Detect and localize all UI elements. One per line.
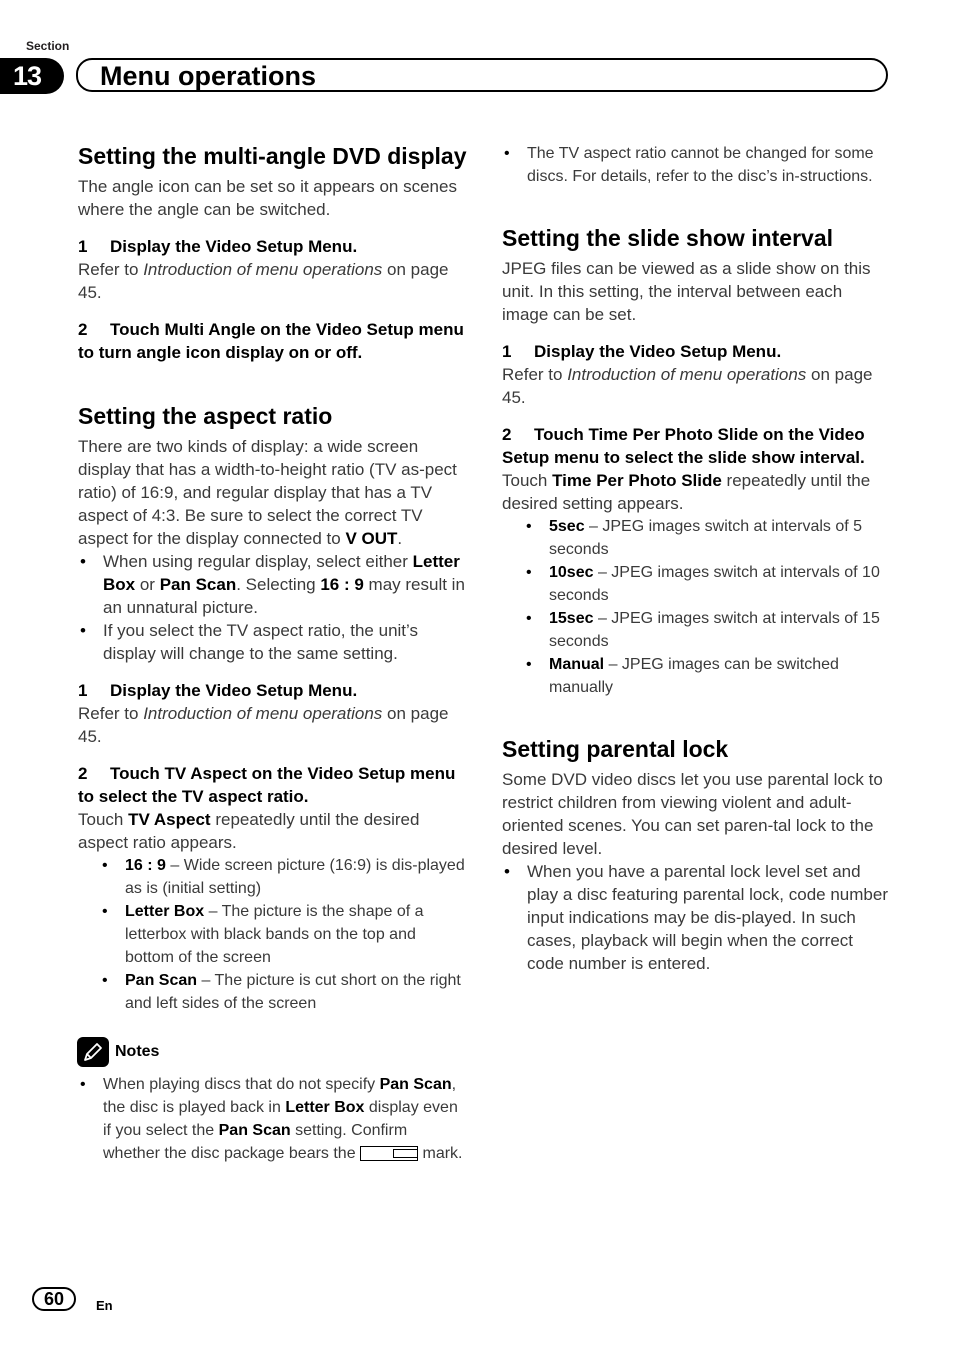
notes-section: Notes When playing discs that do not spe… <box>77 1037 468 1165</box>
intro-text: Some DVD video discs let you use parenta… <box>502 770 883 858</box>
option-list: 16 : 9 – Wide screen picture (16:9) is d… <box>78 854 468 1015</box>
reference-link: Introduction of menu operations <box>567 365 807 384</box>
chapter-title-box: Menu operations <box>76 58 888 92</box>
intro-text: The angle icon can be set so it appears … <box>78 177 457 219</box>
reference-link: Introduction of menu operations <box>143 704 383 723</box>
list-item: The TV aspect ratio cannot be changed fo… <box>502 142 892 188</box>
step-2: 2 Touch TV Aspect on the Video Setup menu… <box>78 764 456 806</box>
step-1-reference: Refer to Introduction of menu operations… <box>502 365 873 407</box>
list-item: When using regular display, select eithe… <box>78 550 468 619</box>
note-item: When playing discs that do not specify P… <box>78 1073 468 1165</box>
list-item: When you have a parental lock level set … <box>502 860 892 975</box>
option-item: 16 : 9 – Wide screen picture (16:9) is d… <box>100 854 468 900</box>
bullet-list: The TV aspect ratio cannot be changed fo… <box>502 142 892 188</box>
option-item: Pan Scan – The picture is cut short on t… <box>100 969 468 1015</box>
aspect-ratio-section: Setting the aspect ratio There are two k… <box>78 402 468 1015</box>
step-2: 2 Touch Time Per Photo Slide on the Video… <box>502 425 865 467</box>
step-2-body: Touch Time Per Photo Slide repeatedly un… <box>502 471 871 513</box>
language-label: En <box>96 1298 113 1313</box>
parental-lock-section: Setting parental lock Some DVD video dis… <box>502 735 892 975</box>
option-list: 5sec – JPEG images switch at intervals o… <box>502 515 892 699</box>
letterbox-mark-icon <box>360 1146 419 1161</box>
step-1-reference: Refer to Introduction of menu operations… <box>78 260 449 302</box>
notes-label: Notes <box>115 1043 160 1060</box>
section-number-badge: 13 <box>0 58 64 94</box>
list-item: If you select the TV aspect ratio, the u… <box>78 619 468 665</box>
option-item: Manual – JPEG images can be switched man… <box>524 653 892 699</box>
option-item: Letter Box – The picture is the shape of… <box>100 900 468 969</box>
step-1: 1 Display the Video Setup Menu. <box>502 342 782 361</box>
intro-text: JPEG files can be viewed as a slide show… <box>502 259 871 324</box>
option-item: 10sec – JPEG images switch at intervals … <box>524 561 892 607</box>
section-heading: Setting the multi-angle DVD display <box>78 143 467 169</box>
section-heading: Setting the slide show interval <box>502 225 834 251</box>
step-1: 1 Display the Video Setup Menu. <box>78 237 358 256</box>
right-column: The TV aspect ratio cannot be changed fo… <box>502 142 892 975</box>
section-label: Section <box>26 39 70 53</box>
left-column: Setting the multi-angle DVD display The … <box>77 142 468 1165</box>
option-item: 15sec – JPEG images switch at intervals … <box>524 607 892 653</box>
multi-angle-section: Setting the multi-angle DVD display The … <box>78 142 468 364</box>
pencil-icon <box>77 1037 109 1067</box>
option-item: 5sec – JPEG images switch at intervals o… <box>524 515 892 561</box>
notes-list: When playing discs that do not specify P… <box>78 1073 468 1165</box>
bullet-list: When using regular display, select eithe… <box>78 550 468 665</box>
slide-show-section: Setting the slide show interval JPEG fil… <box>502 224 892 699</box>
page-number: 60 <box>32 1287 76 1311</box>
intro-text: There are two kinds of display: a wide s… <box>78 437 457 548</box>
step-1-reference: Refer to Introduction of menu operations… <box>78 704 449 746</box>
step-1: 1 Display the Video Setup Menu. <box>78 681 358 700</box>
section-heading: Setting the aspect ratio <box>78 403 333 429</box>
bullet-list: When you have a parental lock level set … <box>502 860 892 975</box>
reference-link: Introduction of menu operations <box>143 260 383 279</box>
step-2: 2 Touch Multi Angle on the Video Setup me… <box>78 320 464 362</box>
step-2-body: Touch TV Aspect repeatedly until the des… <box>78 810 420 852</box>
chapter-title: Menu operations <box>100 61 317 91</box>
section-heading: Setting parental lock <box>502 736 729 762</box>
